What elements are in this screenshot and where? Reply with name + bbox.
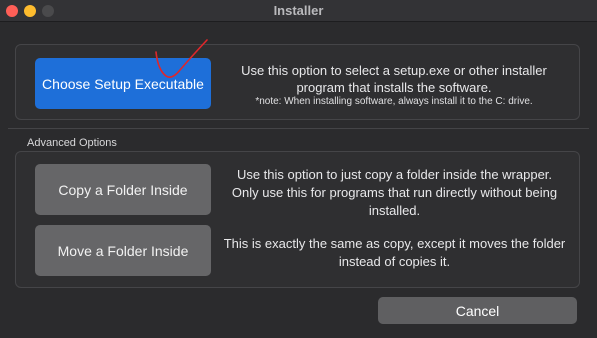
- installer-window: Installer Choose Setup Executable Use th…: [0, 0, 597, 338]
- choose-setup-executable-button[interactable]: Choose Setup Executable: [35, 58, 211, 109]
- cancel-button[interactable]: Cancel: [378, 297, 577, 324]
- copy-folder-description: Use this option to just copy a folder in…: [231, 167, 558, 218]
- window-title: Installer: [273, 3, 324, 18]
- setup-description: Use this option to select a setup.exe or…: [241, 63, 547, 95]
- title-bar: Installer: [0, 0, 597, 22]
- section-divider: [8, 128, 589, 129]
- setup-note: *note: When installing software, always …: [255, 96, 533, 107]
- move-folder-description: This is exactly the same as copy, except…: [223, 236, 566, 269]
- copy-folder-inside-button[interactable]: Copy a Folder Inside: [35, 164, 211, 215]
- advanced-options-label: Advanced Options: [27, 137, 117, 149]
- move-folder-inside-button[interactable]: Move a Folder Inside: [35, 225, 211, 276]
